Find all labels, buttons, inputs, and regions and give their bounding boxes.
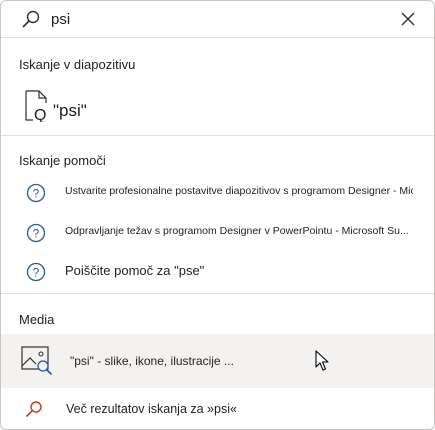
slide-search-result[interactable]: Q "psi" [1,83,434,131]
help-icon: ? [26,183,46,203]
help-icon: ? [26,223,46,243]
svg-text:?: ? [33,187,40,201]
search-input[interactable] [51,8,381,30]
help-item-find-help[interactable]: ? Poiščite pomoč za "pse" [1,254,434,290]
more-results-label: Več rezultatov iskanja za »psi« [66,402,237,416]
mouse-cursor-icon [315,350,329,371]
svg-text:?: ? [33,266,40,280]
slide-search-header: Iskanje v diapozitivu [19,57,136,72]
help-item-designer-troubleshoot[interactable]: ? Odpravljanje težav s programom Designe… [1,215,434,251]
help-item-designer-layouts[interactable]: ? Ustvarite profesionalne postavitve dia… [1,175,434,211]
svg-text:?: ? [33,227,40,241]
svg-text:Q: Q [34,107,46,122]
divider [1,293,434,294]
image-search-icon [21,346,52,375]
media-header: Media [19,312,55,327]
media-result-label: "psi" - slike, ikone, ilustracije ... [70,354,234,368]
search-icon [22,10,40,28]
close-icon[interactable] [400,11,416,27]
media-result[interactable]: "psi" - slike, ikone, ilustracije ... [1,334,434,388]
help-item-label: Odpravljanje težav s programom Designer … [65,225,409,237]
help-search-header: Iskanje pomoči [19,153,106,168]
more-results-link[interactable]: Več rezultatov iskanja za »psi« [1,393,434,427]
search-icon [26,401,42,417]
slide-search-result-label: "psi" [53,101,87,120]
help-item-label: Poiščite pomoč za "pse" [65,263,205,278]
divider [1,135,434,136]
search-dropdown-panel: Iskanje v diapozitivu Q "psi" Iskanje po… [0,0,435,430]
search-bar [1,1,434,38]
help-item-label: Ustvarite profesionalne postavitve diapo… [65,185,413,197]
help-icon: ? [26,262,46,282]
document-search-icon: Q [25,90,47,122]
